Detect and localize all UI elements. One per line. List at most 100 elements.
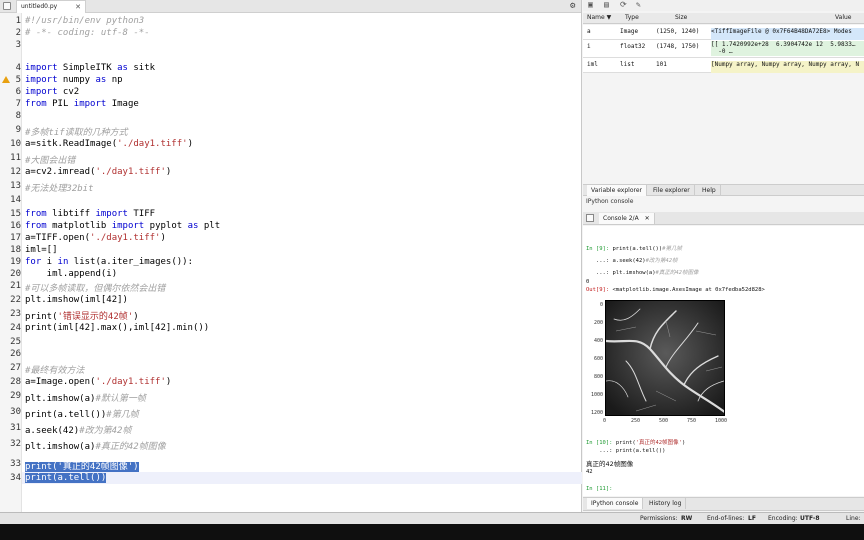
code-token: './day1.tiff' [95,377,166,387]
console-comment: #改为第42帧 [645,258,678,264]
tab-help[interactable]: Help [698,185,721,196]
save-data-icon[interactable]: ▤ [604,0,609,9]
console-line: Out[9]: <matplotlib.image.AxesImage at 0… [586,287,765,293]
code-line[interactable]: from matplotlib import pyplot as plt [25,221,220,231]
line-number: 18 [10,245,21,255]
browse-tabs-icon[interactable] [586,214,594,222]
console-comment: #真正的42帧图像 [655,270,699,276]
code-line[interactable]: a.seek(42)#改为第42帧 [25,423,131,436]
code-line[interactable]: a=Image.open('./day1.tiff') [25,377,171,387]
code-line[interactable]: #多帧tif读取的几种方式 [25,125,128,138]
line-number: 33 [10,459,21,469]
code-line[interactable]: plt.imshow(iml[42]) [25,295,128,305]
var-value: <TiffImageFile @ 0x7F64B48DA72E8> Modes [711,28,864,40]
code-token: from [25,221,47,231]
in-prompt: In [9]: [586,246,613,252]
line-number: 17 [10,233,21,243]
console-string: '真正的42帧图像' [635,440,682,446]
import-data-icon[interactable]: ▣ [588,0,593,9]
tab-console[interactable]: Console 2/A ✕ [599,213,655,224]
code-token: #!/usr/bin/env python3 [25,16,145,26]
column-name[interactable]: Name ▼ [587,14,611,21]
code-token: in [57,257,69,267]
browse-tabs-icon[interactable] [3,2,11,10]
code-line[interactable]: from libtiff import TIFF [25,209,155,219]
ipython-console-title: IPython console [586,198,634,205]
encoding-value: UTF-8 [800,515,820,522]
var-type: Image [620,28,639,35]
code-line[interactable]: #大图会出错 [25,153,75,166]
tab-variable-explorer[interactable]: Variable explorer [587,185,647,196]
console-comment: #第几帧 [662,246,682,252]
code-line[interactable]: print('错误显示的42帧') [25,309,139,322]
code-line[interactable]: print(a.tell())#第几帧 [25,407,139,420]
code-line[interactable]: #无法处理32bit [25,181,94,194]
code-line[interactable]: plt.imshow(a)#真正的42帧图像 [25,439,166,452]
code-line[interactable]: #!/usr/bin/env python3 [25,16,144,26]
console-line: ...: print(a.tell()) [586,448,666,454]
close-icon[interactable]: ✕ [645,215,650,222]
console-code: ...: a.seek(42) [586,258,646,264]
code-token: import [25,87,58,97]
tissue-image [606,301,724,415]
code-line[interactable]: plt.imshow(a)#默认第一帧 [25,391,146,404]
y-tick-label: 400 [593,338,603,344]
code-line[interactable]: a=cv2.imread('./day1.tiff') [25,167,171,177]
var-size: (1250, 1240) [656,28,700,35]
line-number: 3 [15,40,21,50]
code-token: ) [160,233,166,243]
code-line[interactable]: import cv2 [25,87,79,97]
line-number: 15 [10,209,21,219]
var-size: 101 [656,61,667,68]
code-line[interactable]: import SimpleITK as sitk [25,63,155,73]
code-token: a=Image.open( [25,377,96,387]
eol-label: End-of-lines: [707,515,745,522]
code-line[interactable]: for i in list(a.iter_images()): [25,257,193,267]
code-token: as [95,75,107,85]
column-size[interactable]: Size [675,14,687,21]
tab-ipython-console[interactable]: IPython console [587,498,644,509]
var-type: list [620,61,635,68]
code-line[interactable]: print('真正的42帧图像') [25,459,139,472]
code-token: pyplot [144,221,188,231]
code-line[interactable]: # -*- coding: utf-8 -*- [25,28,150,38]
column-value[interactable]: Value [835,14,851,21]
plot-image [605,300,725,416]
code-token: './day1.tiff' [95,167,166,177]
gear-icon[interactable]: ⚙ [570,0,575,12]
editor-tab[interactable]: untitled0.py ✕ [16,0,86,13]
code-line[interactable]: iml.append(i) [25,269,117,279]
code-token: print(iml[42].max(),iml[42].min()) [25,323,210,333]
edit-icon[interactable]: ✎ [636,0,641,9]
permissions-label: Permissions: [640,515,678,522]
variable-explorer-toolbar: ▣ ▤ ⟳ ✎ [583,0,864,11]
line-label: Line: [846,515,861,522]
table-row[interactable]: a Image (1250, 1240) <TiffImageFile @ 0x… [583,25,864,40]
tab-file-explorer[interactable]: File explorer [649,185,695,196]
code-editor[interactable]: untitled0.py ✕ ⚙ 1 #!/usr/bin/env python3… [0,0,582,512]
code-line[interactable]: #可以多帧读取，但偶尔依然会出错 [25,281,165,294]
code-line[interactable]: a=TIFF.open('./day1.tiff') [25,233,166,243]
code-line[interactable]: print(iml[42].max(),iml[42].min()) [25,323,209,333]
code-line[interactable]: from PIL import Image [25,99,139,109]
refresh-icon[interactable]: ⟳ [620,0,627,9]
x-tick-label: 0 [603,418,607,424]
code-token: from [25,99,47,109]
code-line[interactable]: print(a.tell()) [25,473,107,483]
column-type[interactable]: Type [625,14,639,21]
code-line[interactable]: a=sitk.ReadImage('./day1.tiff') [25,139,193,149]
code-line[interactable]: import numpy as np [25,75,123,85]
ipython-console[interactable]: In [9]: print(a.tell())#第几帧 ...: a.seek(… [583,226,864,496]
var-size: (1748, 1750) [656,43,700,50]
line-number: 27 [10,363,21,373]
table-row[interactable]: iml list 101 [Numpy array, Numpy array, … [583,58,864,73]
code-token: TIFF [127,209,156,219]
code-line[interactable]: #最终有效方法 [25,363,84,376]
code-token: matplotlib [46,221,112,231]
table-row[interactable]: i float32 (1748, 1750) [[ 1.7420992e+28 … [583,40,864,58]
code-line[interactable]: iml=[] [25,245,58,255]
permissions-value: RW [681,515,693,522]
tab-history-log[interactable]: History log [645,498,687,509]
line-number: 4 [15,63,21,73]
close-icon[interactable]: ✕ [75,1,81,13]
